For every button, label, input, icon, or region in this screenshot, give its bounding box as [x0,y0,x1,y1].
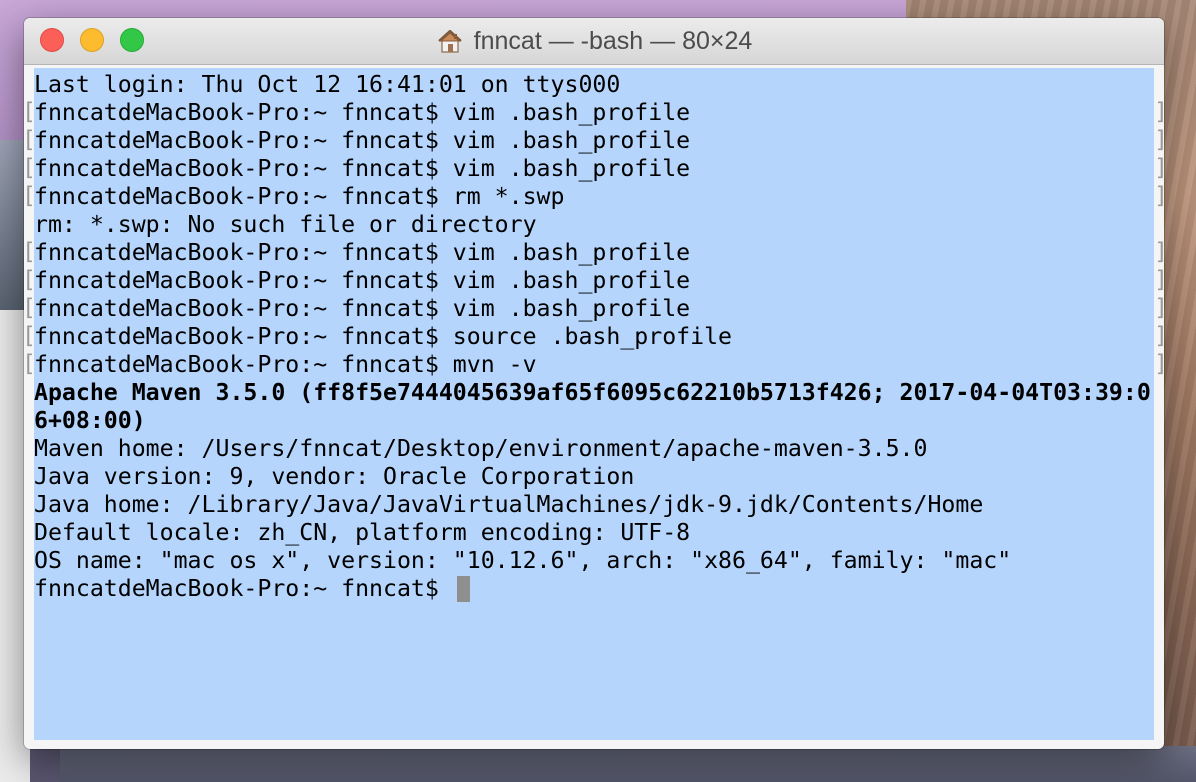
command-mark-right: ] [1154,155,1164,183]
terminal-line: Java home: /Library/Java/JavaVirtualMach… [34,491,1154,519]
command-mark-left: [ [24,323,36,351]
command-mark-right: ] [1154,239,1164,267]
home-icon [436,27,464,55]
terminal-prompt-line[interactable]: fnncatdeMacBook-Pro:~ fnncat$ [34,575,1154,603]
terminal-line-text: fnncatdeMacBook-Pro:~ fnncat$ vim .bash_… [34,267,691,294]
command-mark-left: [ [24,239,36,267]
command-mark-right: ] [1154,267,1164,295]
terminal-line-text: fnncatdeMacBook-Pro:~ fnncat$ rm *.swp [34,183,565,210]
terminal-line-text: Last login: Thu Oct 12 16:41:01 on ttys0… [34,71,621,98]
terminal-line: Default locale: zh_CN, platform encoding… [34,519,1154,547]
command-mark-right: ] [1154,295,1164,323]
terminal-line-text: 6+08:00) [34,407,146,434]
terminal-line-text: fnncatdeMacBook-Pro:~ fnncat$ vim .bash_… [34,99,691,126]
terminal-line-text: fnncatdeMacBook-Pro:~ fnncat$ vim .bash_… [34,239,691,266]
command-mark-right: ] [1154,351,1164,379]
terminal-line-text: Java version: 9, vendor: Oracle Corporat… [34,463,635,490]
terminal-line-text: Default locale: zh_CN, platform encoding… [34,519,691,546]
terminal-line: fnncatdeMacBook-Pro:~ fnncat$ source .ba… [24,323,1164,351]
window-title: fnncat — -bash — 80×24 [473,26,753,55]
terminal-line: fnncatdeMacBook-Pro:~ fnncat$ vim .bash_… [24,155,1164,183]
command-mark-left: [ [24,351,36,379]
terminal-line: fnncatdeMacBook-Pro:~ fnncat$ vim .bash_… [24,127,1164,155]
terminal-line-text: fnncatdeMacBook-Pro:~ fnncat$ vim .bash_… [34,295,691,322]
command-mark-right: ] [1154,323,1164,351]
command-mark-left: [ [24,99,36,127]
terminal-line-text: rm: *.swp: No such file or directory [34,211,537,238]
terminal-line-text: Apache Maven 3.5.0 (ff8f5e7444045639af65… [34,379,1151,406]
terminal-line: Apache Maven 3.5.0 (ff8f5e7444045639af65… [34,379,1154,407]
terminal-line: fnncatdeMacBook-Pro:~ fnncat$ rm *.swp[] [24,183,1164,211]
terminal-line-text: Java home: /Library/Java/JavaVirtualMach… [34,491,984,518]
command-mark-left: [ [24,267,36,295]
terminal-line-text: fnncatdeMacBook-Pro:~ fnncat$ vim .bash_… [34,127,691,154]
terminal-line: fnncatdeMacBook-Pro:~ fnncat$ mvn -v[] [24,351,1164,379]
command-mark-left: [ [24,155,36,183]
command-mark-left: [ [24,127,36,155]
terminal-line: fnncatdeMacBook-Pro:~ fnncat$ vim .bash_… [24,295,1164,323]
title-bar[interactable]: fnncat — -bash — 80×24 [24,18,1164,65]
window-title-area: fnncat — -bash — 80×24 [24,18,1164,64]
desktop-lake [60,746,1196,782]
terminal-line-text: fnncatdeMacBook-Pro:~ fnncat$ source .ba… [34,323,733,350]
command-mark-right: ] [1154,99,1164,127]
terminal-line: Maven home: /Users/fnncat/Desktop/enviro… [34,435,1154,463]
terminal-output[interactable]: Last login: Thu Oct 12 16:41:01 on ttys0… [24,68,1164,740]
terminal-line: Last login: Thu Oct 12 16:41:01 on ttys0… [34,71,1154,99]
terminal-line: rm: *.swp: No such file or directory [34,211,1154,239]
command-mark-right: ] [1154,183,1164,211]
command-mark-right: ] [1154,127,1164,155]
command-mark-left: [ [24,183,36,211]
text-cursor [456,576,470,602]
terminal-line: fnncatdeMacBook-Pro:~ fnncat$ vim .bash_… [24,239,1164,267]
terminal-line-text: fnncatdeMacBook-Pro:~ fnncat$ vim .bash_… [34,155,691,182]
terminal-line: OS name: "mac os x", version: "10.12.6",… [34,547,1154,575]
terminal-window[interactable]: fnncat — -bash — 80×24 Last login: Thu O… [24,18,1164,749]
terminal-line-text: OS name: "mac os x", version: "10.12.6",… [34,547,1012,574]
terminal-line-text: Maven home: /Users/fnncat/Desktop/enviro… [34,435,928,462]
terminal-line-text: fnncatdeMacBook-Pro:~ fnncat$ mvn -v [34,351,537,378]
terminal-line: fnncatdeMacBook-Pro:~ fnncat$ vim .bash_… [24,267,1164,295]
command-mark-left: [ [24,295,36,323]
terminal-line: fnncatdeMacBook-Pro:~ fnncat$ vim .bash_… [24,99,1164,127]
terminal-line: 6+08:00) [34,407,1154,435]
terminal-prompt: fnncatdeMacBook-Pro:~ fnncat$ [34,575,453,602]
terminal-line: Java version: 9, vendor: Oracle Corporat… [34,463,1154,491]
